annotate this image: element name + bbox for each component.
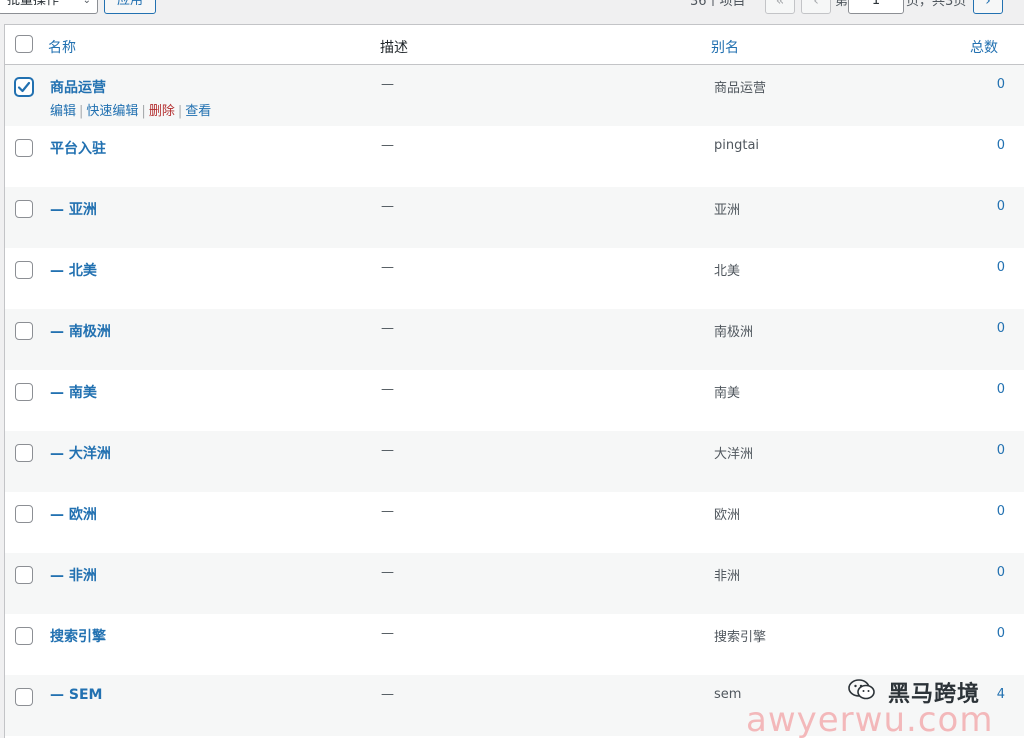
table-top-toolbar: 批量操作 ⌄ 应用 36个项目 « ‹ 第 1 页，共3页 ›	[0, 0, 1024, 24]
table-row: — 亚洲 — 亚洲 0	[5, 187, 1024, 248]
table-row: 搜索引擎 — 搜索引擎 0	[5, 614, 1024, 675]
category-slug: 商品运营	[714, 81, 767, 96]
category-count-link[interactable]: 0	[955, 443, 1005, 458]
category-slug: 欧洲	[714, 508, 741, 523]
table-row: — 南美 — 南美 0	[5, 370, 1024, 431]
chevron-down-icon: ⌄	[82, 0, 91, 6]
view-link[interactable]: 查看	[185, 104, 211, 119]
category-description: —	[381, 138, 394, 153]
table-row: 商品运营 — 商品运营 0 编辑 | 快速编辑 | 删除 | 查看	[5, 65, 1024, 126]
wechat-icon	[848, 679, 875, 700]
row-checkbox[interactable]	[15, 505, 33, 523]
table-row: 平台入驻 — pingtai 0	[5, 126, 1024, 187]
row-checkbox[interactable]	[15, 261, 33, 279]
page-prefix: 第	[835, 0, 849, 9]
category-name-link[interactable]: — 南美	[50, 382, 97, 402]
table-row: — 北美 — 北美 0	[5, 248, 1024, 309]
table-row: — 非洲 — 非洲 0	[5, 553, 1024, 614]
category-name-link[interactable]: — 北美	[50, 260, 97, 280]
watermark-url: awyerwu.com	[746, 700, 994, 738]
action-separator: |	[177, 104, 183, 119]
category-name-link[interactable]: 商品运营	[50, 77, 106, 97]
category-count-link[interactable]: 0	[955, 199, 1005, 214]
categories-table: 名称 描述 别名 总数 商品运营 — 商品运营 0 编辑 | 快速编辑 | 删除 | 查看 …	[4, 24, 1024, 738]
column-header-count[interactable]: 总数	[970, 37, 998, 57]
category-description: —	[381, 199, 394, 214]
category-description: —	[381, 260, 394, 275]
table-row: — 欧洲 — 欧洲 0	[5, 492, 1024, 553]
category-count-link[interactable]: 0	[955, 260, 1005, 275]
category-count-link[interactable]: 0	[955, 321, 1005, 336]
category-description: —	[381, 77, 394, 92]
category-count-link[interactable]: 0	[955, 626, 1005, 641]
category-slug: pingtai	[714, 138, 760, 153]
row-checkbox[interactable]	[15, 322, 33, 340]
category-name-link[interactable]: — 大洋洲	[50, 443, 111, 463]
row-checkbox[interactable]	[15, 627, 33, 645]
action-separator: |	[79, 104, 84, 119]
category-count-link[interactable]: 0	[955, 565, 1005, 580]
category-description: —	[381, 321, 394, 336]
table-row: — 大洋洲 — 大洋洲 0	[5, 431, 1024, 492]
table-header: 名称 描述 别名 总数	[5, 25, 1024, 65]
category-slug: 亚洲	[714, 203, 741, 218]
column-header-description: 描述	[380, 40, 408, 56]
category-name-link[interactable]: 搜索引擎	[50, 626, 106, 646]
bulk-action-value: 批量操作	[7, 0, 60, 8]
first-page-button[interactable]: «	[765, 0, 795, 14]
category-name-link[interactable]: — 欧洲	[50, 504, 97, 524]
category-description: —	[381, 504, 394, 519]
category-count-link[interactable]: 0	[955, 382, 1005, 397]
category-slug: 南极洲	[714, 325, 754, 340]
checkmark-icon	[17, 81, 31, 93]
category-description: —	[381, 687, 394, 702]
category-name-link[interactable]: — 南极洲	[50, 321, 111, 341]
category-slug: 非洲	[714, 569, 741, 584]
category-description: —	[381, 626, 394, 641]
current-page-input[interactable]: 1	[848, 0, 904, 14]
bulk-action-select[interactable]: 批量操作 ⌄	[0, 0, 98, 14]
row-checkbox[interactable]	[15, 139, 33, 157]
apply-button[interactable]: 应用	[104, 0, 156, 14]
watermark: 黑马跨境 awyerwu.com	[740, 672, 1024, 738]
row-checkbox[interactable]	[15, 200, 33, 218]
select-all-checkbox[interactable]	[15, 35, 33, 53]
category-description: —	[381, 382, 394, 397]
edit-link[interactable]: 编辑	[50, 104, 76, 119]
category-slug: 大洋洲	[714, 447, 754, 462]
category-name-link[interactable]: — 亚洲	[50, 199, 97, 219]
category-description: —	[381, 565, 394, 580]
category-description: —	[381, 443, 394, 458]
column-header-slug[interactable]: 别名	[711, 37, 739, 57]
prev-page-button[interactable]: ‹	[801, 0, 831, 14]
category-name-link[interactable]: — 非洲	[50, 565, 97, 585]
table-row: — 南极洲 — 南极洲 0	[5, 309, 1024, 370]
category-count-link[interactable]: 0	[955, 138, 1005, 153]
row-checkbox[interactable]	[15, 444, 33, 462]
column-header-name[interactable]: 名称	[48, 37, 76, 57]
category-slug: 北美	[714, 264, 741, 279]
items-count: 36个项目	[690, 0, 746, 9]
category-count-link[interactable]: 0	[955, 77, 1005, 92]
category-name-link[interactable]: — SEM	[50, 687, 102, 703]
row-checkbox[interactable]	[15, 78, 33, 96]
delete-link[interactable]: 删除	[149, 104, 175, 119]
category-slug: 搜索引擎	[714, 630, 767, 645]
next-page-button[interactable]: ›	[973, 0, 1003, 14]
category-count-link[interactable]: 0	[955, 504, 1005, 519]
row-checkbox[interactable]	[15, 566, 33, 584]
category-slug: sem	[714, 687, 742, 702]
row-actions: 编辑 | 快速编辑 | 删除 | 查看	[50, 100, 211, 119]
category-slug: 南美	[714, 386, 741, 401]
action-separator: |	[141, 104, 146, 119]
category-name-link[interactable]: 平台入驻	[50, 138, 106, 158]
row-checkbox[interactable]	[15, 383, 33, 401]
page-suffix: 页，共3页	[906, 0, 967, 9]
row-checkbox[interactable]	[15, 688, 33, 706]
quick-edit-link[interactable]: 快速编辑	[86, 104, 138, 119]
